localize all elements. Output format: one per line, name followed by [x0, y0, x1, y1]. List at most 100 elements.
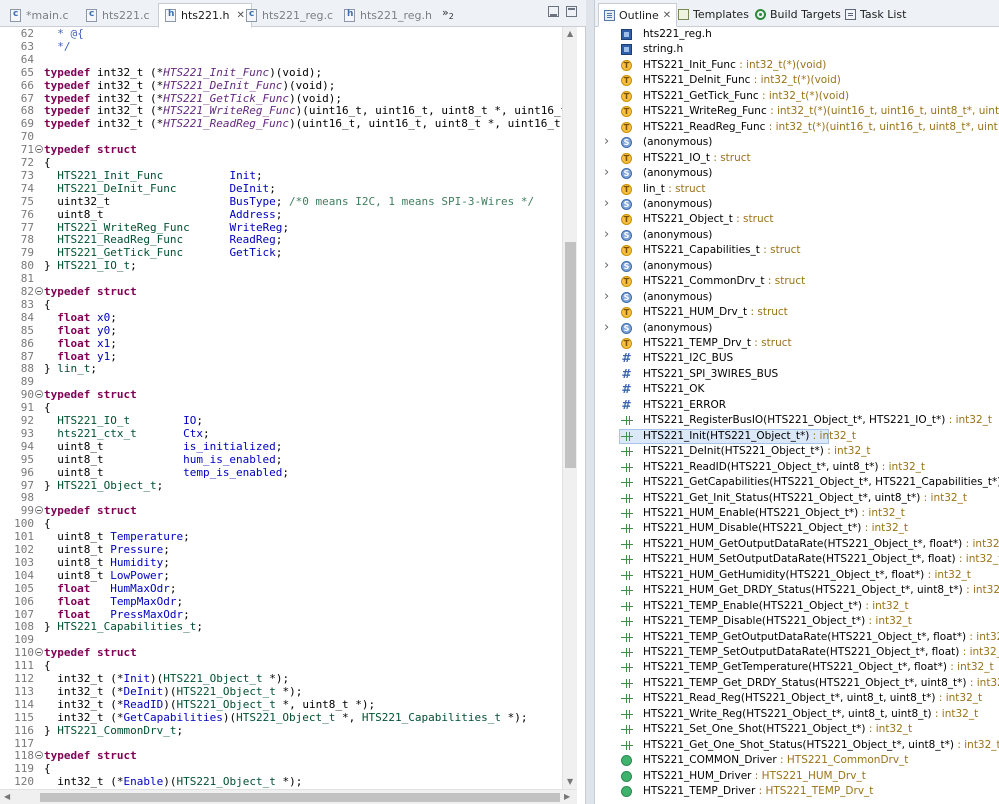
expand-chevron-icon[interactable]: › — [604, 320, 609, 335]
expand-chevron-icon[interactable]: › — [604, 289, 609, 304]
tab-build-targets[interactable]: Build Targets — [750, 3, 846, 25]
code-line[interactable]: 101 uint8_t Temperature; — [0, 530, 562, 543]
outline-item[interactable]: HTS221_TEMP_Get_DRDY_Status(HTS221_Objec… — [595, 676, 999, 691]
code-line[interactable]: 86 float x1; — [0, 337, 562, 350]
code-line[interactable]: 115 int32_t (*GetCapabilities)(HTS221_Ob… — [0, 711, 562, 724]
code-line[interactable]: 85 float y0; — [0, 324, 562, 337]
fold-toggle-icon[interactable] — [35, 751, 43, 759]
tab-hts221-reg-c[interactable]: hts221_reg.c — [240, 3, 339, 27]
outline-item[interactable]: HTS221_Init(HTS221_Object_t*) : int32_t — [595, 429, 999, 444]
code-line[interactable]: 81 — [0, 272, 562, 285]
code-line[interactable]: 108} HTS221_Capabilities_t; — [0, 620, 562, 633]
code-line[interactable]: 69 typedef int32_t (*HTS221_ReadReg_Func)… — [0, 117, 562, 130]
scroll-left-icon[interactable]: ◀ — [4, 792, 10, 801]
code-area[interactable]: 62 * @{63 */64 65 typedef int32_t (*HTS221… — [0, 27, 562, 789]
code-line[interactable]: 80} HTS221_IO_t; — [0, 259, 562, 272]
outline-item[interactable]: HTS221_Write_Reg(HTS221_Object_t*, uint8… — [595, 707, 999, 722]
code-line[interactable]: 74 HTS221_DeInit_Func DeInit; — [0, 182, 562, 195]
code-line[interactable]: 78 HTS221_ReadReg_Func ReadReg; — [0, 233, 562, 246]
code-line[interactable]: 68 typedef int32_t (*HTS221_WriteReg_Func… — [0, 104, 562, 117]
code-line[interactable]: 73 HTS221_Init_Func Init; — [0, 169, 562, 182]
scroll-right-icon[interactable]: ▶ — [564, 792, 570, 801]
outline-item[interactable]: HTS221_Get_One_Shot_Status(HTS221_Object… — [595, 738, 999, 753]
tab-hts221-h[interactable]: hts221.h ✕ — [158, 3, 252, 28]
fold-toggle-icon[interactable] — [35, 145, 43, 153]
code-line[interactable]: 95 uint8_t hum_is_enabled; — [0, 453, 562, 466]
code-line[interactable]: 92 HTS221_IO_t IO; — [0, 414, 562, 427]
outline-item[interactable]: HTS221_RegisterBusIO(HTS221_Object_t*, H… — [595, 413, 999, 428]
outline-item[interactable]: T HTS221_Object_t : struct — [595, 212, 999, 227]
code-line[interactable]: 105 float HumMaxOdr; — [0, 582, 562, 595]
outline-tree[interactable]: hts221_reg.h string.h T HTS221_Init_Func : … — [595, 27, 999, 804]
code-line[interactable]: 112 int32_t (*Init)(HTS221_Object_t *); — [0, 672, 562, 685]
outline-item[interactable]: HTS221_TEMP_GetTemperature(HTS221_Object… — [595, 660, 999, 675]
expand-chevron-icon[interactable]: › — [604, 258, 609, 273]
code-line[interactable]: 65 typedef int32_t (*HTS221_Init_Func)(vo… — [0, 66, 562, 79]
tab-templates[interactable]: Templates — [673, 3, 754, 25]
outline-item[interactable]: T HTS221_GetTick_Func : int32_t(*)(void) — [595, 89, 999, 104]
outline-item[interactable]: HTS221_HUM_GetOutputDataRate(HTS221_Obje… — [595, 537, 999, 552]
tab-overflow-button[interactable]: »2 — [442, 6, 454, 21]
outline-item[interactable]: › S (anonymous) — [595, 196, 999, 212]
outline-item[interactable]: HTS221_HUM_GetHumidity(HTS221_Object_t*,… — [595, 568, 999, 583]
outline-item[interactable]: › S (anonymous) — [595, 134, 999, 150]
outline-item[interactable]: › S (anonymous) — [595, 320, 999, 336]
outline-item[interactable]: HTS221_Read_Reg(HTS221_Object_t*, uint8_… — [595, 691, 999, 706]
outline-item[interactable]: › S (anonymous) — [595, 289, 999, 305]
code-line[interactable]: 94 uint8_t is_initialized; — [0, 440, 562, 453]
outline-item[interactable]: HTS221_HUM_SetOutputDataRate(HTS221_Obje… — [595, 552, 999, 567]
code-line[interactable]: 96 uint8_t temp_is_enabled; — [0, 466, 562, 479]
outline-item[interactable]: HTS221_TEMP_GetOutputDataRate(HTS221_Obj… — [595, 630, 999, 645]
outline-item[interactable]: # HTS221_OK — [595, 382, 999, 397]
code-line[interactable]: 76 uint8_t Address; — [0, 208, 562, 221]
code-line[interactable]: 118 typedef struct — [0, 749, 562, 762]
code-line[interactable]: 113 int32_t (*DeInit)(HTS221_Object_t *)… — [0, 685, 562, 698]
outline-item[interactable]: HTS221_HUM_Enable(HTS221_Object_t*) : in… — [595, 506, 999, 521]
code-line[interactable]: 63 */ — [0, 40, 562, 53]
outline-item[interactable]: HTS221_TEMP_Enable(HTS221_Object_t*) : i… — [595, 599, 999, 614]
outline-item[interactable]: HTS221_TEMP_Disable(HTS221_Object_t*) : … — [595, 614, 999, 629]
code-line[interactable]: 99 typedef struct — [0, 504, 562, 517]
close-icon[interactable]: ✕ — [663, 10, 671, 21]
code-line[interactable]: 103 uint8_t Humidity; — [0, 556, 562, 569]
minimize-button[interactable] — [548, 6, 559, 17]
expand-chevron-icon[interactable]: › — [604, 196, 609, 211]
fold-toggle-icon[interactable] — [35, 506, 43, 514]
expand-chevron-icon[interactable]: › — [604, 227, 609, 242]
code-line[interactable]: 100 { — [0, 517, 562, 530]
outline-item[interactable]: HTS221_COMMON_Driver : HTS221_CommonDrv_… — [595, 753, 999, 768]
code-line[interactable]: 120 int32_t (*Enable)(HTS221_Object_t *)… — [0, 775, 562, 788]
outline-item[interactable]: T HTS221_ReadReg_Func : int32_t(*)(uint16… — [595, 120, 999, 135]
outline-item[interactable]: › S (anonymous) — [595, 227, 999, 243]
code-line[interactable]: 83 { — [0, 298, 562, 311]
code-line[interactable]: 98 — [0, 491, 562, 504]
outline-item[interactable]: › S (anonymous) — [595, 165, 999, 181]
code-line[interactable]: 106 float TempMaxOdr; — [0, 595, 562, 608]
code-line[interactable]: 88} lin_t; — [0, 362, 562, 375]
code-line[interactable]: 111 { — [0, 659, 562, 672]
outline-item[interactable]: hts221_reg.h — [595, 27, 999, 42]
code-line[interactable]: 93 hts221_ctx_t Ctx; — [0, 427, 562, 440]
outline-item[interactable]: T HTS221_CommonDrv_t : struct — [595, 274, 999, 289]
tab-main-c[interactable]: *main.c — [4, 3, 75, 27]
code-line[interactable]: 71 typedef struct — [0, 143, 562, 156]
code-line[interactable]: 102 uint8_t Pressure; — [0, 543, 562, 556]
code-line[interactable]: 82 typedef struct — [0, 285, 562, 298]
outline-item[interactable]: T HTS221_DeInit_Func : int32_t(*)(void) — [595, 73, 999, 88]
code-line[interactable]: 116} HTS221_CommonDrv_t; — [0, 724, 562, 737]
code-line[interactable]: 79 HTS221_GetTick_Func GetTick; — [0, 246, 562, 259]
outline-item[interactable]: T HTS221_WriteReg_Func : int32_t(*)(uint1… — [595, 104, 999, 119]
fold-toggle-icon[interactable] — [35, 648, 43, 656]
fold-toggle-icon[interactable] — [35, 390, 43, 398]
vertical-scrollbar[interactable]: ▲ ▼ — [562, 27, 577, 789]
vertical-scroll-thumb[interactable] — [565, 242, 576, 468]
outline-item[interactable]: HTS221_HUM_Get_DRDY_Status(HTS221_Object… — [595, 583, 999, 598]
outline-item[interactable]: T HTS221_Init_Func : int32_t(*)(void) — [595, 58, 999, 73]
code-line[interactable]: 84 float x0; — [0, 311, 562, 324]
tab-outline[interactable]: Outline ✕ — [598, 3, 678, 27]
code-line[interactable]: 91 { — [0, 401, 562, 414]
outline-item[interactable]: string.h — [595, 42, 999, 57]
expand-chevron-icon[interactable]: › — [604, 134, 609, 149]
outline-item[interactable]: HTS221_TEMP_SetOutputDataRate(HTS221_Obj… — [595, 645, 999, 660]
outline-item[interactable]: HTS221_TEMP_Driver : HTS221_TEMP_Drv_t — [595, 784, 999, 799]
